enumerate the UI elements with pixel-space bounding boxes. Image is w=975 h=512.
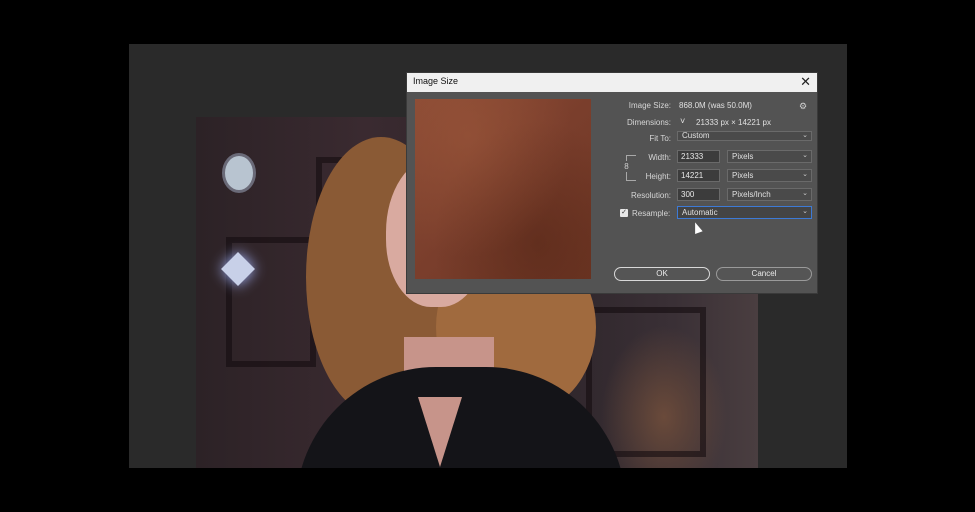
link-chain-icon[interactable]: 8 <box>623 161 630 172</box>
height-input[interactable]: 14221 <box>677 169 720 182</box>
resolution-unit-value: Pixels/Inch <box>732 190 771 199</box>
image-preview[interactable] <box>415 99 591 279</box>
height-unit-select[interactable]: Pixels ⌄ <box>727 169 812 182</box>
dimensions-value: 21333 px × 14221 px <box>696 118 771 127</box>
neckline-shape <box>418 397 462 467</box>
chevron-down-icon: ⌄ <box>802 208 808 215</box>
chevron-down-icon: ⌄ <box>802 132 808 139</box>
width-unit-select[interactable]: Pixels ⌄ <box>727 150 812 163</box>
resample-value: Automatic <box>682 208 718 217</box>
wall-clock-shape <box>222 153 256 193</box>
ok-button[interactable]: OK <box>614 267 710 281</box>
dimensions-label: Dimensions: <box>626 118 671 127</box>
chevron-down-icon: ⌄ <box>802 152 808 159</box>
cancel-button[interactable]: Cancel <box>716 267 812 281</box>
chevron-down-icon: ⌄ <box>802 190 808 197</box>
fit-to-value: Custom <box>682 131 710 140</box>
close-icon[interactable]: ✕ <box>800 74 811 90</box>
image-size-dialog: Image Size ✕ Image Size: 868.0M (was 50.… <box>406 72 818 294</box>
resample-label: Resample: <box>632 209 671 218</box>
resolution-label: Resolution: <box>630 191 671 200</box>
height-unit-value: Pixels <box>732 171 754 180</box>
fit-to-select[interactable]: Custom ⌄ <box>677 131 812 141</box>
fit-to-label: Fit To: <box>649 134 671 143</box>
resample-checkbox[interactable]: ✓ <box>620 209 628 217</box>
chevron-down-icon[interactable]: ˅ <box>680 116 685 126</box>
resample-select[interactable]: Automatic ⌄ <box>677 206 812 219</box>
width-label: Width: <box>648 153 671 162</box>
resolution-unit-select[interactable]: Pixels/Inch ⌄ <box>727 188 812 201</box>
width-unit-value: Pixels <box>732 152 754 161</box>
chevron-down-icon: ⌄ <box>802 171 808 178</box>
width-input[interactable]: 21333 <box>677 150 720 163</box>
dialog-titlebar[interactable]: Image Size ✕ <box>407 73 817 92</box>
image-size-label: Image Size: <box>628 101 671 110</box>
dialog-title: Image Size <box>413 76 459 86</box>
image-size-value: 868.0M (was 50.0M) <box>679 101 752 110</box>
height-label: Height: <box>645 172 671 181</box>
resolution-input[interactable]: 300 <box>677 188 720 201</box>
gear-icon[interactable]: ⚙ <box>799 101 807 112</box>
